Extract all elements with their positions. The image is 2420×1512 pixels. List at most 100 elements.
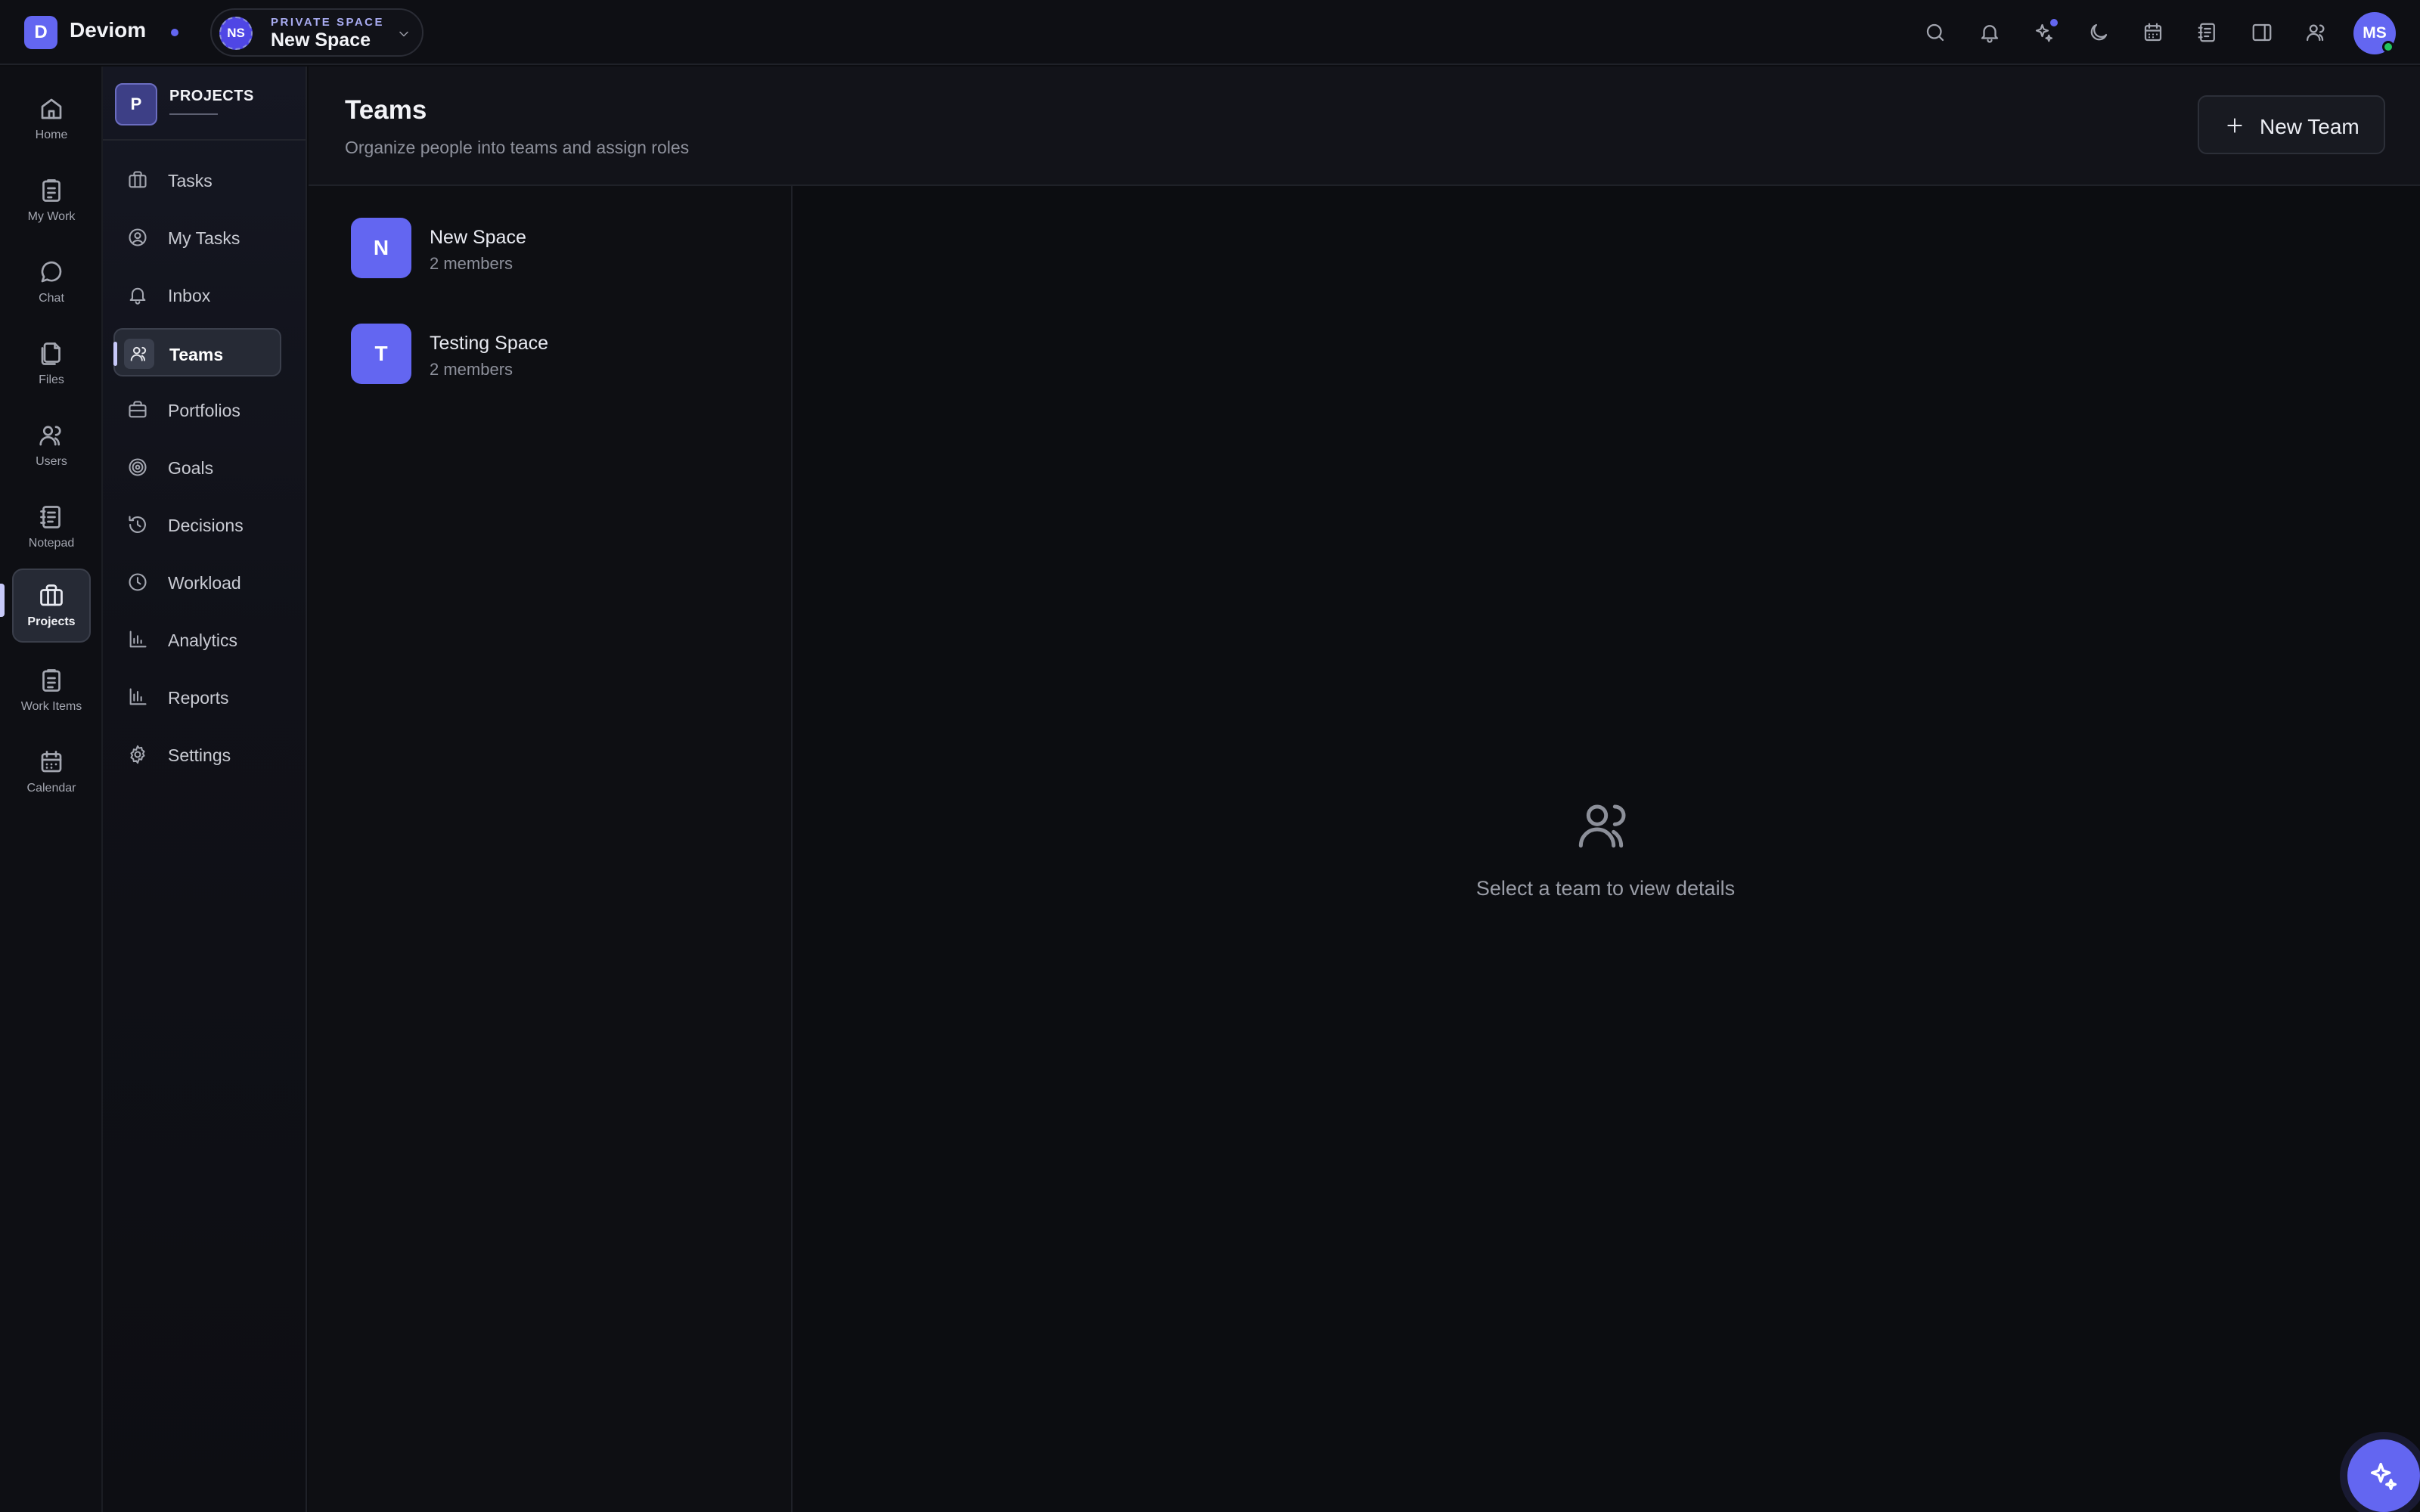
bell-icon bbox=[127, 284, 148, 305]
page-header: Teams Organize people into teams and ass… bbox=[309, 67, 2420, 186]
sidebar-item-goals[interactable]: Goals bbox=[113, 443, 281, 491]
briefcase-icon bbox=[127, 169, 148, 191]
sidebar-item-label: Workload bbox=[168, 573, 241, 593]
projects-header[interactable]: P PROJECTS bbox=[115, 83, 296, 141]
users-icon bbox=[124, 339, 154, 369]
rail-item-home[interactable]: Home bbox=[12, 82, 91, 156]
sidebar-item-teams[interactable]: Teams bbox=[113, 328, 281, 376]
sidebar-item-analytics[interactable]: Analytics bbox=[113, 615, 281, 664]
sidebar-item-label: Settings bbox=[168, 745, 231, 765]
rail-label: Files bbox=[39, 373, 64, 386]
search-icon[interactable] bbox=[1922, 19, 1949, 46]
rail-item-calendar[interactable]: Calendar bbox=[12, 735, 91, 809]
online-status-dot bbox=[2382, 41, 2394, 53]
app-brand: Deviom bbox=[70, 18, 147, 42]
space-kicker: PRIVATE SPACE bbox=[271, 16, 385, 29]
top-bar: D Deviom NS PRIVATE SPACE New Space MS bbox=[0, 0, 2420, 65]
rail-label: Projects bbox=[27, 615, 76, 628]
notebook-icon bbox=[38, 503, 65, 531]
sidebar-item-workload[interactable]: Workload bbox=[113, 558, 281, 606]
rail-item-chat[interactable]: Chat bbox=[12, 245, 91, 319]
page-title: Teams bbox=[345, 95, 427, 125]
status-dot bbox=[171, 29, 178, 36]
sidebar-item-settings[interactable]: Settings bbox=[113, 730, 281, 779]
calendar-icon[interactable] bbox=[2139, 19, 2167, 46]
divider bbox=[103, 139, 306, 141]
home-icon bbox=[38, 95, 65, 122]
sidebar-item-label: Teams bbox=[169, 345, 224, 364]
report-chart-icon bbox=[127, 686, 148, 708]
sidebar-item-my-tasks[interactable]: My Tasks bbox=[113, 213, 281, 262]
clipboard-icon bbox=[38, 177, 65, 204]
rail-item-files[interactable]: Files bbox=[12, 327, 91, 401]
ai-assistant-button[interactable] bbox=[2347, 1439, 2420, 1512]
calendar-icon bbox=[38, 748, 65, 776]
team-list-item[interactable]: N New Space 2 members bbox=[351, 218, 774, 281]
page-subtitle: Organize people into teams and assign ro… bbox=[345, 138, 690, 157]
rail-label: Work Items bbox=[20, 700, 82, 713]
briefcase-icon bbox=[38, 582, 65, 609]
gear-icon bbox=[127, 744, 148, 765]
sidebar-item-tasks[interactable]: Tasks bbox=[113, 156, 281, 204]
team-list-item[interactable]: T Testing Space 2 members bbox=[351, 324, 774, 387]
rail-item-projects[interactable]: Projects bbox=[12, 569, 91, 643]
sidebar-item-inbox[interactable]: Inbox bbox=[113, 271, 281, 319]
rail-label: Users bbox=[36, 455, 67, 468]
app-rail: Home My Work Chat Files Users Notepad Pr… bbox=[0, 67, 103, 1512]
team-avatar: N bbox=[351, 218, 411, 278]
users-icon bbox=[38, 422, 65, 449]
rail-active-indicator bbox=[0, 584, 5, 617]
active-indicator bbox=[113, 342, 117, 366]
sidebar-item-reports[interactable]: Reports bbox=[113, 673, 281, 721]
user-circle-icon bbox=[127, 227, 148, 248]
portfolio-icon bbox=[127, 399, 148, 420]
space-avatar: NS bbox=[219, 17, 253, 50]
sidebar-item-portfolios[interactable]: Portfolios bbox=[113, 386, 281, 434]
moon-icon[interactable] bbox=[2085, 19, 2112, 46]
notebook-icon[interactable] bbox=[2194, 19, 2221, 46]
team-member-count: 2 members bbox=[430, 254, 513, 273]
title-underline bbox=[169, 113, 218, 115]
projects-sidebar: P PROJECTS Tasks My Tasks Inbox Teams Po… bbox=[103, 67, 307, 1512]
app-logo[interactable]: D bbox=[24, 16, 57, 49]
users-icon[interactable] bbox=[2303, 19, 2330, 46]
rail-item-my-work[interactable]: My Work bbox=[12, 163, 91, 237]
rail-item-users[interactable]: Users bbox=[12, 408, 91, 482]
new-team-button[interactable]: New Team bbox=[2198, 95, 2385, 154]
sidebar-item-label: Tasks bbox=[168, 171, 213, 191]
team-details-empty-state: Select a team to view details bbox=[793, 186, 2420, 1512]
team-list: N New Space 2 members T Testing Space 2 … bbox=[309, 186, 793, 1512]
sidebar-item-decisions[interactable]: Decisions bbox=[113, 500, 281, 549]
rail-label: Home bbox=[35, 129, 68, 141]
chat-bubble-icon bbox=[38, 259, 65, 286]
team-name: Testing Space bbox=[430, 333, 549, 354]
sidebar-item-label: Inbox bbox=[168, 286, 211, 305]
new-team-label: New Team bbox=[2260, 115, 2360, 138]
rail-item-work-items[interactable]: Work Items bbox=[12, 653, 91, 727]
bell-icon[interactable] bbox=[1976, 19, 2003, 46]
history-icon bbox=[127, 514, 148, 535]
team-name: New Space bbox=[430, 227, 526, 248]
sparkles-icon[interactable] bbox=[2031, 19, 2058, 46]
rail-item-notepad[interactable]: Notepad bbox=[12, 490, 91, 564]
rail-label: Notepad bbox=[28, 537, 75, 550]
space-switcher[interactable]: NS PRIVATE SPACE New Space bbox=[210, 8, 424, 57]
rail-label: Calendar bbox=[26, 782, 76, 795]
sidebar-item-label: Decisions bbox=[168, 516, 244, 535]
sparkles-icon bbox=[2366, 1458, 2401, 1493]
team-avatar: T bbox=[351, 324, 411, 384]
sidebar-item-label: Analytics bbox=[168, 631, 238, 650]
sidebar-item-label: My Tasks bbox=[168, 228, 240, 248]
target-icon bbox=[127, 457, 148, 478]
main-content: Teams Organize people into teams and ass… bbox=[309, 67, 2420, 1512]
rail-label: Chat bbox=[39, 292, 64, 305]
empty-state-text: Select a team to view details bbox=[1475, 877, 1736, 900]
bar-chart-icon bbox=[127, 629, 148, 650]
sidebar-item-label: Reports bbox=[168, 688, 229, 708]
notification-dot bbox=[2050, 19, 2058, 26]
users-icon bbox=[1575, 795, 1635, 856]
sidebar-item-label: Goals bbox=[168, 458, 214, 478]
sidebar-toggle-icon[interactable] bbox=[2248, 19, 2276, 46]
space-name: New Space bbox=[271, 29, 371, 51]
projects-title: PROJECTS bbox=[169, 88, 254, 104]
